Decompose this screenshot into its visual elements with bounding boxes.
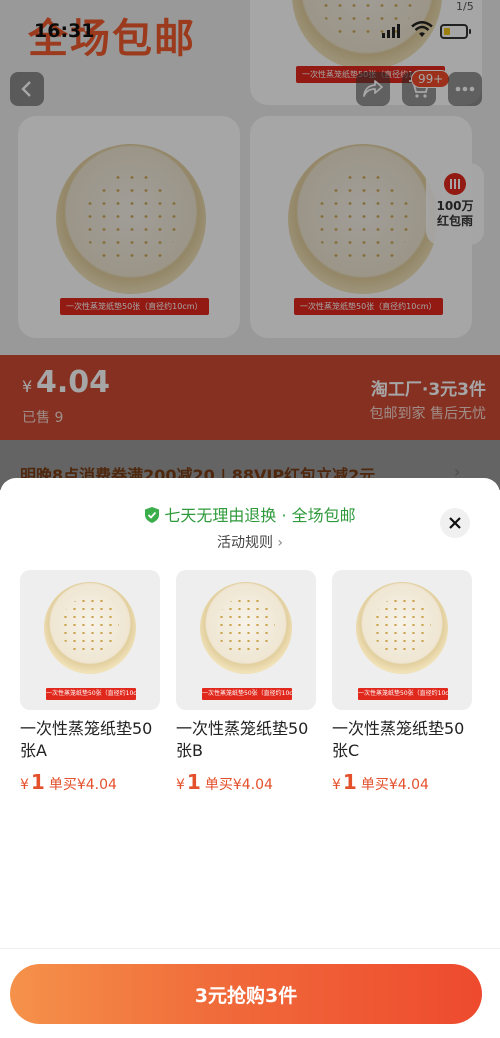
dim-overlay[interactable] bbox=[0, 0, 500, 490]
product-image: 一次性蒸笼纸垫50张（直径约10cm） bbox=[20, 570, 160, 710]
currency-symbol: ¥ bbox=[176, 777, 185, 793]
shield-check-icon bbox=[145, 507, 160, 523]
product-price: ¥1 单买¥4.04 bbox=[176, 770, 316, 794]
rules-link[interactable]: 活动规则 › bbox=[0, 532, 500, 552]
close-icon bbox=[449, 517, 461, 529]
assurance-text: 七天无理由退换 · 全场包邮 bbox=[164, 506, 356, 525]
assurance-line: 七天无理由退换 · 全场包邮 bbox=[0, 502, 500, 526]
product-image: 一次性蒸笼纸垫50张（直径约10cm） bbox=[332, 570, 472, 710]
product-price: ¥1 单买¥4.04 bbox=[332, 770, 472, 794]
currency-symbol: ¥ bbox=[332, 777, 341, 793]
bundle-price: 1 bbox=[186, 770, 201, 794]
buy-bundle-button[interactable]: 3元抢购3件 bbox=[10, 964, 482, 1024]
product-page-background: 全场包邮 一次性蒸笼纸垫50张（直径约10cm） 一次性蒸笼纸垫50张（直径约1… bbox=[0, 0, 500, 490]
bundle-price: 1 bbox=[342, 770, 357, 794]
bundle-price: 1 bbox=[30, 770, 45, 794]
divider bbox=[0, 948, 500, 949]
steamer-image bbox=[44, 582, 136, 674]
product-tag: 一次性蒸笼纸垫50张（直径约10cm） bbox=[202, 688, 292, 700]
currency-symbol: ¥ bbox=[20, 777, 29, 793]
rules-label: 活动规则 bbox=[216, 535, 273, 551]
product-tag: 一次性蒸笼纸垫50张（直径约10cm） bbox=[46, 688, 136, 700]
product-name: 一次性蒸笼纸垫50张C bbox=[332, 719, 465, 760]
single-price: 单买¥4.04 bbox=[48, 777, 117, 793]
product-card[interactable]: 一次性蒸笼纸垫50张（直径约10cm） 一次性蒸笼纸垫50张A ¥1单买¥4.0… bbox=[20, 570, 160, 794]
product-name: 一次性蒸笼纸垫50张B bbox=[176, 719, 309, 760]
steamer-image bbox=[200, 582, 292, 674]
product-card[interactable]: 一次性蒸笼纸垫50张（直径约10cm） 一次性蒸笼纸垫50张C ¥1单买¥4.0… bbox=[332, 570, 472, 794]
steamer-image bbox=[356, 582, 448, 674]
product-name: 一次性蒸笼纸垫50张A bbox=[20, 719, 153, 760]
chevron-right-icon: › bbox=[277, 535, 284, 551]
bundle-sheet: 七天无理由退换 · 全场包邮 活动规则 › 一次性蒸笼纸垫50张（直径约10cm… bbox=[0, 478, 500, 1038]
product-card[interactable]: 一次性蒸笼纸垫50张（直径约10cm） 一次性蒸笼纸垫50张B ¥1单买¥4.0… bbox=[176, 570, 316, 794]
single-price: 单买¥4.04 bbox=[360, 777, 429, 793]
close-button[interactable] bbox=[440, 508, 470, 538]
product-tag: 一次性蒸笼纸垫50张（直径约10cm） bbox=[358, 688, 448, 700]
single-price: 单买¥4.04 bbox=[204, 777, 273, 793]
product-price: ¥1 单买¥4.04 bbox=[20, 770, 160, 794]
product-image: 一次性蒸笼纸垫50张（直径约10cm） bbox=[176, 570, 316, 710]
